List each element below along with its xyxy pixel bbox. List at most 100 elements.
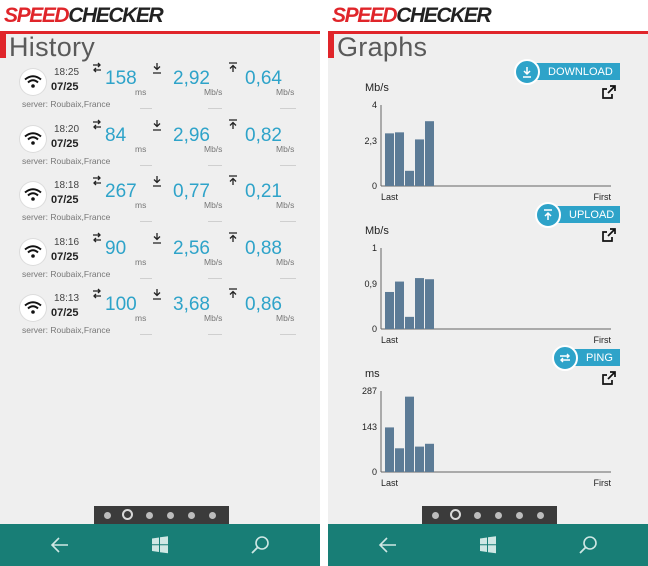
x-start-label: Last xyxy=(381,192,399,202)
title-accent-bar xyxy=(0,34,6,58)
speedchecker-logo: SPEEDCHECKER xyxy=(332,4,492,27)
test-date: 07/25 xyxy=(51,81,79,93)
test-time: 18:20 xyxy=(54,123,80,135)
ping-arrows-icon xyxy=(93,62,101,73)
ping-icon[interactable] xyxy=(552,345,578,371)
app-header: SPEEDCHECKER xyxy=(328,0,648,31)
open-external-icon[interactable] xyxy=(602,85,616,99)
separator xyxy=(280,108,296,109)
download-button[interactable]: DOWNLOAD xyxy=(527,63,620,80)
upload-unit: Mb/s xyxy=(276,313,295,323)
ping-arrows-icon xyxy=(93,288,101,299)
upload-button[interactable]: UPLOAD xyxy=(553,206,620,223)
page-dot-active[interactable] xyxy=(122,509,133,520)
separator xyxy=(280,164,296,166)
page-dot[interactable] xyxy=(188,512,195,519)
page-dot[interactable] xyxy=(146,512,153,519)
separator xyxy=(140,334,152,335)
page-dot-active[interactable] xyxy=(450,509,461,520)
history-row[interactable]: 18:18 07/25 267 ms 0,77 Mb/s 0,21 Mb/s server: R… xyxy=(0,175,320,234)
ping-value: 84 xyxy=(105,124,127,146)
y-tick-label: 0 xyxy=(372,324,377,334)
separator xyxy=(280,334,296,335)
ping-label: PING xyxy=(586,352,613,364)
upload-arrow-icon xyxy=(229,288,237,298)
back-icon[interactable] xyxy=(50,535,70,555)
y-tick-label: 0 xyxy=(372,467,377,477)
download-unit: Mb/s xyxy=(204,87,223,97)
download-icon[interactable] xyxy=(514,59,540,85)
wifi-icon xyxy=(20,238,46,265)
ping-value: 267 xyxy=(105,181,137,202)
page-dot[interactable] xyxy=(104,512,111,519)
upload-icon[interactable] xyxy=(535,202,561,228)
speedchecker-logo: SPEEDCHECKER xyxy=(4,4,164,27)
chart-bar xyxy=(425,279,434,329)
chart-bar xyxy=(385,133,394,186)
wifi-icon xyxy=(20,182,46,208)
page-dot[interactable] xyxy=(495,512,502,519)
history-row[interactable]: 18:25 07/25 158 ms 2,92 Mb/s 0,64 Mb/s server: R… xyxy=(0,62,320,121)
ping-value: 90 xyxy=(105,237,127,259)
download-label: DOWNLOAD xyxy=(548,66,613,78)
open-external-icon[interactable] xyxy=(602,228,616,242)
wifi-icon xyxy=(20,69,46,95)
separator xyxy=(140,108,152,109)
upload-arrow-icon xyxy=(229,62,237,72)
page-dot[interactable] xyxy=(209,512,216,519)
server-label: server: Roubaix,France xyxy=(22,212,111,222)
ping-value: 158 xyxy=(105,68,137,89)
download-unit: Mb/s xyxy=(204,143,223,154)
download-arrow-icon xyxy=(153,63,161,74)
chart-bar xyxy=(395,448,404,472)
history-row[interactable]: 18:20 07/25 84 ms 2,96 Mb/s 0,82 Mb/s server: Ro… xyxy=(0,118,320,178)
chart-bar xyxy=(385,291,394,329)
page-dot[interactable] xyxy=(167,512,174,519)
history-row[interactable]: 18:13 07/25 100 ms 3,68 Mb/s 0,86 Mb/s server: R… xyxy=(0,288,320,347)
test-time: 18:13 xyxy=(54,293,80,304)
windows-icon[interactable] xyxy=(150,535,170,555)
upload-unit: Mb/s xyxy=(276,143,295,154)
screen-divider xyxy=(320,0,328,566)
ping-unit: ms xyxy=(135,313,147,323)
page-indicator xyxy=(94,506,229,524)
separator xyxy=(140,221,152,222)
download-arrow-icon xyxy=(153,232,161,244)
ping-arrows-icon xyxy=(93,175,101,186)
open-external-icon[interactable] xyxy=(602,371,616,385)
upload-unit: Mb/s xyxy=(276,87,295,97)
chart-unit-label: Mb/s xyxy=(365,82,389,94)
download-unit: Mb/s xyxy=(204,313,223,323)
ping-unit: ms xyxy=(135,143,147,154)
system-navbar xyxy=(328,524,648,566)
history-screen: SPEEDCHECKER History 18:25 07/25 158 ms 2,92… xyxy=(0,0,320,566)
search-icon[interactable] xyxy=(578,535,598,555)
title-accent-bar xyxy=(328,34,334,58)
page-title: Graphs xyxy=(337,32,428,62)
x-start-label: Last xyxy=(381,478,399,488)
page-dot[interactable] xyxy=(537,512,544,519)
server-label: server: Roubaix,France xyxy=(22,155,111,166)
history-row[interactable]: 18:16 07/25 90 ms 2,56 Mb/s 0,88 Mb/s server: Ro… xyxy=(0,231,320,291)
chart-bar xyxy=(395,132,404,186)
page-title: History xyxy=(9,32,96,62)
x-end-label: First xyxy=(594,478,612,488)
page-dot[interactable] xyxy=(474,512,481,519)
test-date: 07/25 xyxy=(51,194,79,206)
separator xyxy=(208,277,222,279)
server-label: server: Roubaix,France xyxy=(22,99,111,109)
upload-unit: Mb/s xyxy=(276,200,295,210)
page-dot[interactable] xyxy=(432,512,439,519)
back-icon[interactable] xyxy=(378,535,398,555)
page-indicator xyxy=(422,506,557,524)
page-dot[interactable] xyxy=(516,512,523,519)
x-end-label: First xyxy=(594,192,612,202)
search-icon[interactable] xyxy=(250,535,270,555)
test-date: 07/25 xyxy=(51,250,79,263)
windows-icon[interactable] xyxy=(478,535,498,555)
separator xyxy=(208,334,222,335)
chart-bar xyxy=(425,443,434,472)
server-label: server: Roubaix,France xyxy=(22,325,111,335)
y-tick-label: 1 xyxy=(372,243,377,253)
separator xyxy=(208,164,222,166)
